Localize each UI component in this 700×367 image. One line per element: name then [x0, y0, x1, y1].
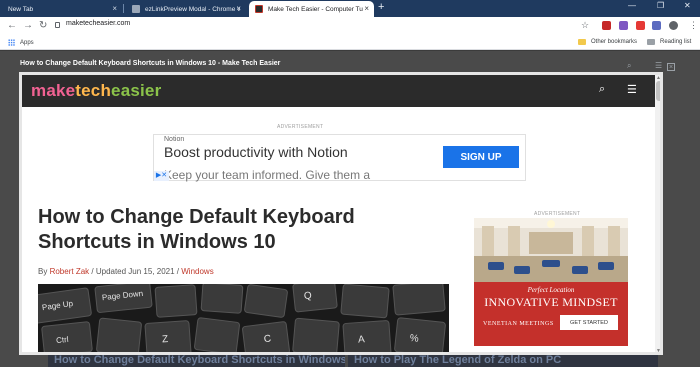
- ad-label: ADVERTISEMENT: [277, 124, 324, 130]
- maximize-button[interactable]: ❐: [657, 1, 664, 10]
- scrollbar-thumb[interactable]: [656, 81, 660, 101]
- site-logo[interactable]: maketecheasier: [31, 81, 161, 101]
- profile-avatar[interactable]: [669, 21, 678, 30]
- logo-part-easier: easier: [111, 81, 162, 100]
- adchoices-icon[interactable]: ▶✕: [154, 171, 169, 181]
- tab-new-tab[interactable]: New Tab ×: [2, 1, 122, 17]
- ad-headline: INNOVATIVE MINDSET: [484, 295, 618, 309]
- tab-close-icon[interactable]: ×: [236, 4, 241, 13]
- other-bookmarks-label: Other bookmarks: [591, 39, 638, 45]
- article-byline: By Robert Zak / Updated Jun 15, 2021 / W…: [38, 267, 214, 276]
- new-tab-button[interactable]: +: [378, 1, 384, 13]
- reading-list-label: Reading list: [660, 39, 692, 45]
- apps-label: Apps: [20, 39, 34, 46]
- keyboard-hero-image: Page Down Page Up Ctrl Q C A Z %: [38, 284, 449, 352]
- reading-list-icon: [647, 39, 655, 45]
- tab-close-icon[interactable]: ×: [112, 4, 117, 13]
- address-bar[interactable]: maketecheasier.com: [55, 20, 131, 28]
- forward-button[interactable]: →: [23, 20, 33, 31]
- venetian-ad-banner[interactable]: Perfect Location INNOVATIVE MINDSET VENE…: [474, 218, 628, 346]
- tab-divider: [123, 4, 124, 13]
- author-link[interactable]: Robert Zak: [50, 267, 90, 276]
- key-label: Ctrl: [56, 335, 70, 345]
- tab-close-icon[interactable]: ×: [364, 4, 369, 13]
- background-headline: How to Change Default Keyboard Shortcuts…: [20, 60, 281, 67]
- ad-pretitle: Perfect Location: [527, 286, 575, 294]
- key-label: %: [409, 333, 419, 345]
- side-ad-label: ADVERTISEMENT: [534, 211, 581, 217]
- mte-favicon-icon: [255, 5, 263, 13]
- ad-subtext: Keep your team informed. Give them a: [164, 168, 371, 182]
- key-label: Z: [162, 334, 169, 345]
- scroll-down-icon[interactable]: ▼: [656, 348, 660, 352]
- apps-shortcut[interactable]: Apps: [8, 39, 34, 46]
- updated-date: / Updated Jun 15, 2021 /: [91, 267, 180, 276]
- tab-label: ezLinkPreview Modal - Chrome W: [145, 5, 240, 13]
- extension-icon[interactable]: [602, 21, 611, 30]
- article-title: How to Change Default Keyboard Shortcuts…: [38, 206, 355, 253]
- notion-ad-banner[interactable]: Notion Boost productivity with Notion Ke…: [153, 134, 526, 182]
- browser-toolbar: ← → ↻ maketecheasier.com ☆ ⋮: [0, 17, 700, 36]
- tab-label: New Tab: [8, 5, 34, 13]
- ad-headline: Boost productivity with Notion: [164, 144, 348, 160]
- lock-icon: [55, 21, 60, 28]
- category-link[interactable]: Windows: [181, 267, 213, 276]
- modal-scrollbar[interactable]: ▲ ▼: [655, 75, 660, 352]
- site-header: maketecheasier ⌕ ☰: [22, 75, 655, 107]
- ad-brand: Notion: [164, 136, 185, 143]
- tab-strip: New Tab × ezLinkPreview Modal - Chrome W…: [0, 0, 700, 17]
- modal-close-icon[interactable]: ×: [667, 63, 675, 71]
- apps-grid-icon: [8, 39, 15, 46]
- bookmark-star-icon[interactable]: ☆: [581, 20, 589, 31]
- ad-red-panel: Perfect Location INNOVATIVE MINDSET VENE…: [474, 282, 628, 346]
- get-started-button[interactable]: GET STARTED: [560, 315, 618, 330]
- address-text: maketecheasier.com: [66, 20, 131, 27]
- logo-part-tech: tech: [75, 81, 112, 100]
- search-icon[interactable]: ⌕: [599, 83, 605, 96]
- extension-icon[interactable]: [619, 21, 628, 30]
- back-button[interactable]: ←: [7, 20, 17, 31]
- background-link[interactable]: How to Change Default Keyboard Shortcuts…: [48, 354, 345, 367]
- reload-button[interactable]: ↻: [39, 20, 47, 31]
- browser-menu-icon[interactable]: ⋮: [689, 20, 698, 31]
- key-label: Q: [303, 290, 312, 302]
- other-bookmarks[interactable]: Other bookmarks: [578, 39, 637, 45]
- page-favicon-icon: [132, 5, 140, 13]
- tab-make-tech-easier[interactable]: Make Tech Easier - Computer Tu ×: [249, 1, 374, 17]
- sign-up-button[interactable]: SIGN UP: [443, 146, 519, 168]
- tab-label: Make Tech Easier - Computer Tu: [268, 5, 363, 13]
- folder-icon: [578, 39, 586, 45]
- link-preview-modal: maketecheasier ⌕ ☰ ▲ ▼ ADVERTISEMENT Not…: [19, 72, 663, 355]
- byline-by: By: [38, 267, 48, 276]
- youtube-icon[interactable]: [636, 21, 645, 30]
- ballroom-image: [474, 218, 628, 282]
- background-search-icon: ⌕: [627, 61, 632, 70]
- minimize-button[interactable]: —: [628, 1, 636, 10]
- logo-part-make: make: [31, 81, 76, 100]
- hamburger-menu-icon[interactable]: ☰: [627, 83, 637, 96]
- ad-brand: VENETIAN MEETINGS: [483, 321, 554, 327]
- reading-list[interactable]: Reading list: [647, 39, 691, 45]
- bookmarks-bar: Apps Other bookmarks Reading list: [0, 36, 700, 50]
- background-menu-icon: ☰: [655, 61, 663, 70]
- tab-ezlinkpreview[interactable]: ezLinkPreview Modal - Chrome W ×: [126, 1, 246, 17]
- key-label: A: [358, 334, 366, 345]
- extension-icon[interactable]: [652, 21, 661, 30]
- close-window-button[interactable]: ✕: [684, 1, 691, 10]
- background-link[interactable]: How to Play The Legend of Zelda on PC: [348, 354, 658, 367]
- key-label: C: [263, 333, 272, 345]
